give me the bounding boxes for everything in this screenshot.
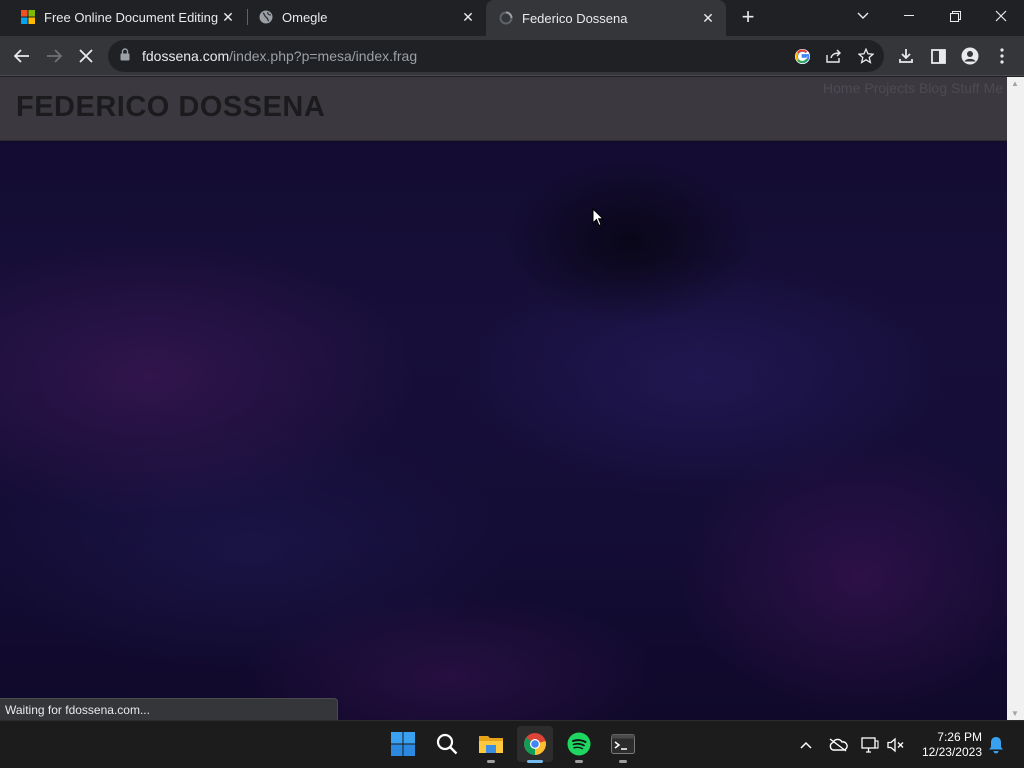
close-tab-icon[interactable]: ✕ bbox=[218, 7, 238, 27]
windows-taskbar: 7:26 PM 12/23/2023 bbox=[0, 720, 1024, 768]
forward-button[interactable] bbox=[40, 42, 68, 70]
new-tab-button[interactable]: + bbox=[736, 6, 760, 30]
chrome-icon bbox=[524, 733, 546, 755]
page-viewport: FEDERICO DOSSENA Home Projects Blog Stuf… bbox=[0, 77, 1007, 720]
profile-button[interactable] bbox=[956, 42, 984, 70]
search-button[interactable] bbox=[429, 726, 465, 762]
address-bar[interactable]: fdossena.com/index.php?p=mesa/index.frag bbox=[108, 40, 884, 72]
site-title[interactable]: FEDERICO DOSSENA bbox=[16, 91, 325, 124]
downloads-button[interactable] bbox=[892, 42, 920, 70]
globe-icon bbox=[258, 9, 274, 25]
page-scrollbar[interactable]: ▲ ▼ bbox=[1007, 77, 1024, 720]
minimize-button[interactable] bbox=[886, 0, 932, 32]
tab-federico-dossena[interactable]: Federico Dossena ✕ bbox=[486, 0, 726, 36]
tab-omegle[interactable]: Omegle ✕ bbox=[246, 0, 486, 34]
microsoft-logo-icon bbox=[20, 9, 36, 25]
nav-me[interactable]: Me bbox=[984, 80, 1003, 96]
scroll-down-icon[interactable]: ▼ bbox=[1011, 709, 1019, 718]
notifications-bell-icon[interactable] bbox=[986, 735, 1006, 755]
tab-search-button[interactable] bbox=[840, 0, 886, 32]
profile-icon bbox=[961, 47, 979, 65]
tab-title: Free Online Document Editing wi bbox=[44, 9, 218, 25]
download-icon bbox=[899, 49, 913, 63]
spotify-icon bbox=[567, 732, 591, 756]
bookmark-star-icon[interactable] bbox=[855, 45, 877, 67]
arrow-left-icon bbox=[14, 49, 29, 63]
back-button[interactable] bbox=[8, 42, 36, 70]
file-explorer-icon bbox=[479, 736, 503, 753]
site-nav: Home Projects Blog Stuff Me bbox=[823, 80, 1003, 96]
chrome-button[interactable] bbox=[517, 726, 553, 763]
search-icon bbox=[436, 733, 458, 755]
lock-icon[interactable] bbox=[120, 48, 130, 66]
nav-stuff[interactable]: Stuff bbox=[951, 80, 980, 96]
close-tab-icon[interactable]: ✕ bbox=[458, 7, 478, 27]
terminal-button[interactable] bbox=[605, 726, 641, 763]
close-icon bbox=[995, 10, 1007, 22]
menu-button[interactable] bbox=[988, 42, 1016, 70]
nav-projects[interactable]: Projects bbox=[864, 80, 915, 96]
file-explorer-button[interactable] bbox=[473, 726, 509, 763]
google-lens-icon[interactable] bbox=[791, 45, 813, 67]
show-hidden-icons-button[interactable] bbox=[796, 735, 816, 755]
onedrive-icon[interactable] bbox=[828, 735, 848, 755]
site-header: FEDERICO DOSSENA Home Projects Blog Stuf… bbox=[0, 77, 1007, 141]
close-tab-icon[interactable]: ✕ bbox=[698, 8, 718, 28]
clock-time: 7:26 PM bbox=[937, 730, 982, 744]
terminal-icon bbox=[611, 734, 635, 754]
url-domain: fdossena.com bbox=[142, 48, 230, 64]
minimize-icon bbox=[904, 15, 914, 16]
side-panel-button[interactable] bbox=[924, 42, 952, 70]
share-icon[interactable] bbox=[823, 45, 845, 67]
start-icon bbox=[391, 732, 415, 756]
url-path: /index.php?p=mesa/index.frag bbox=[229, 48, 418, 64]
arrow-right-icon bbox=[47, 49, 62, 63]
close-icon bbox=[79, 49, 93, 63]
more-vertical-icon bbox=[1000, 48, 1004, 64]
tab-strip: Free Online Document Editing wi ✕ Omegle… bbox=[0, 0, 1024, 36]
tab-title: Federico Dossena bbox=[522, 10, 628, 26]
chevron-up-icon bbox=[800, 741, 812, 749]
clock[interactable]: 7:26 PM 12/23/2023 bbox=[912, 730, 982, 760]
spotify-button[interactable] bbox=[561, 726, 597, 763]
start-button[interactable] bbox=[385, 726, 421, 762]
network-icon[interactable] bbox=[860, 735, 880, 755]
restore-button[interactable] bbox=[932, 0, 978, 32]
url-text[interactable]: fdossena.com/index.php?p=mesa/index.frag bbox=[142, 48, 417, 64]
tab-document-editing[interactable]: Free Online Document Editing wi ✕ bbox=[8, 0, 246, 34]
running-indicator bbox=[487, 760, 495, 763]
side-panel-icon bbox=[930, 48, 946, 64]
tab-title: Omegle bbox=[282, 9, 328, 25]
status-bubble: Waiting for fdossena.com... bbox=[0, 698, 338, 720]
stop-loading-button[interactable] bbox=[72, 42, 100, 70]
nav-home[interactable]: Home bbox=[823, 80, 860, 96]
running-indicator bbox=[619, 760, 627, 763]
active-indicator bbox=[527, 760, 543, 763]
mouse-cursor-icon bbox=[592, 208, 604, 227]
running-indicator bbox=[575, 760, 583, 763]
close-window-button[interactable] bbox=[978, 0, 1024, 32]
browser-toolbar: fdossena.com/index.php?p=mesa/index.frag bbox=[0, 36, 1024, 76]
nav-blog[interactable]: Blog bbox=[919, 80, 947, 96]
clock-date: 12/23/2023 bbox=[921, 745, 982, 759]
restore-icon bbox=[949, 10, 961, 22]
scroll-up-icon[interactable]: ▲ bbox=[1011, 79, 1019, 88]
loading-globe-icon bbox=[498, 10, 514, 26]
chevron-down-icon bbox=[857, 12, 869, 19]
volume-muted-icon[interactable] bbox=[886, 735, 906, 755]
